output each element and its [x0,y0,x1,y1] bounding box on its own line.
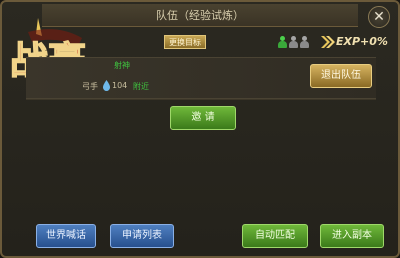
close-icon: ✕ [373,9,385,25]
world-chat-button[interactable]: 世界喊话 [36,224,96,248]
request-list-button[interactable]: 申请列表 [110,224,174,248]
invite-button[interactable]: 邀 请 [170,106,236,130]
member-level: 104 [112,81,128,90]
auto-match-button[interactable]: 自动匹配 [242,224,308,248]
member-class: 弓手 [82,82,98,91]
person-icon-empty [300,36,309,48]
close-button[interactable]: ✕ [368,6,390,28]
exp-bonus-label: EXP+0% [336,35,388,48]
team-slots-indicator [278,36,312,50]
person-icon-empty [289,36,298,48]
change-target-button[interactable]: 更换目标 [164,35,206,49]
member-location: 附近 [133,82,149,91]
water-drop-icon [102,80,111,91]
team-panel: 队伍（经验试炼） ✕ 战豪 更换目标 EXP+0% 射神 弓手 104 附近 退… [0,0,400,258]
leave-team-button[interactable]: 退出队伍 [310,64,372,88]
divider [26,99,376,100]
enter-dungeon-button[interactable]: 进入副本 [320,224,384,248]
member-title: 射神 [114,61,130,70]
double-chevron-icon [321,36,335,48]
person-icon-active [278,36,287,48]
